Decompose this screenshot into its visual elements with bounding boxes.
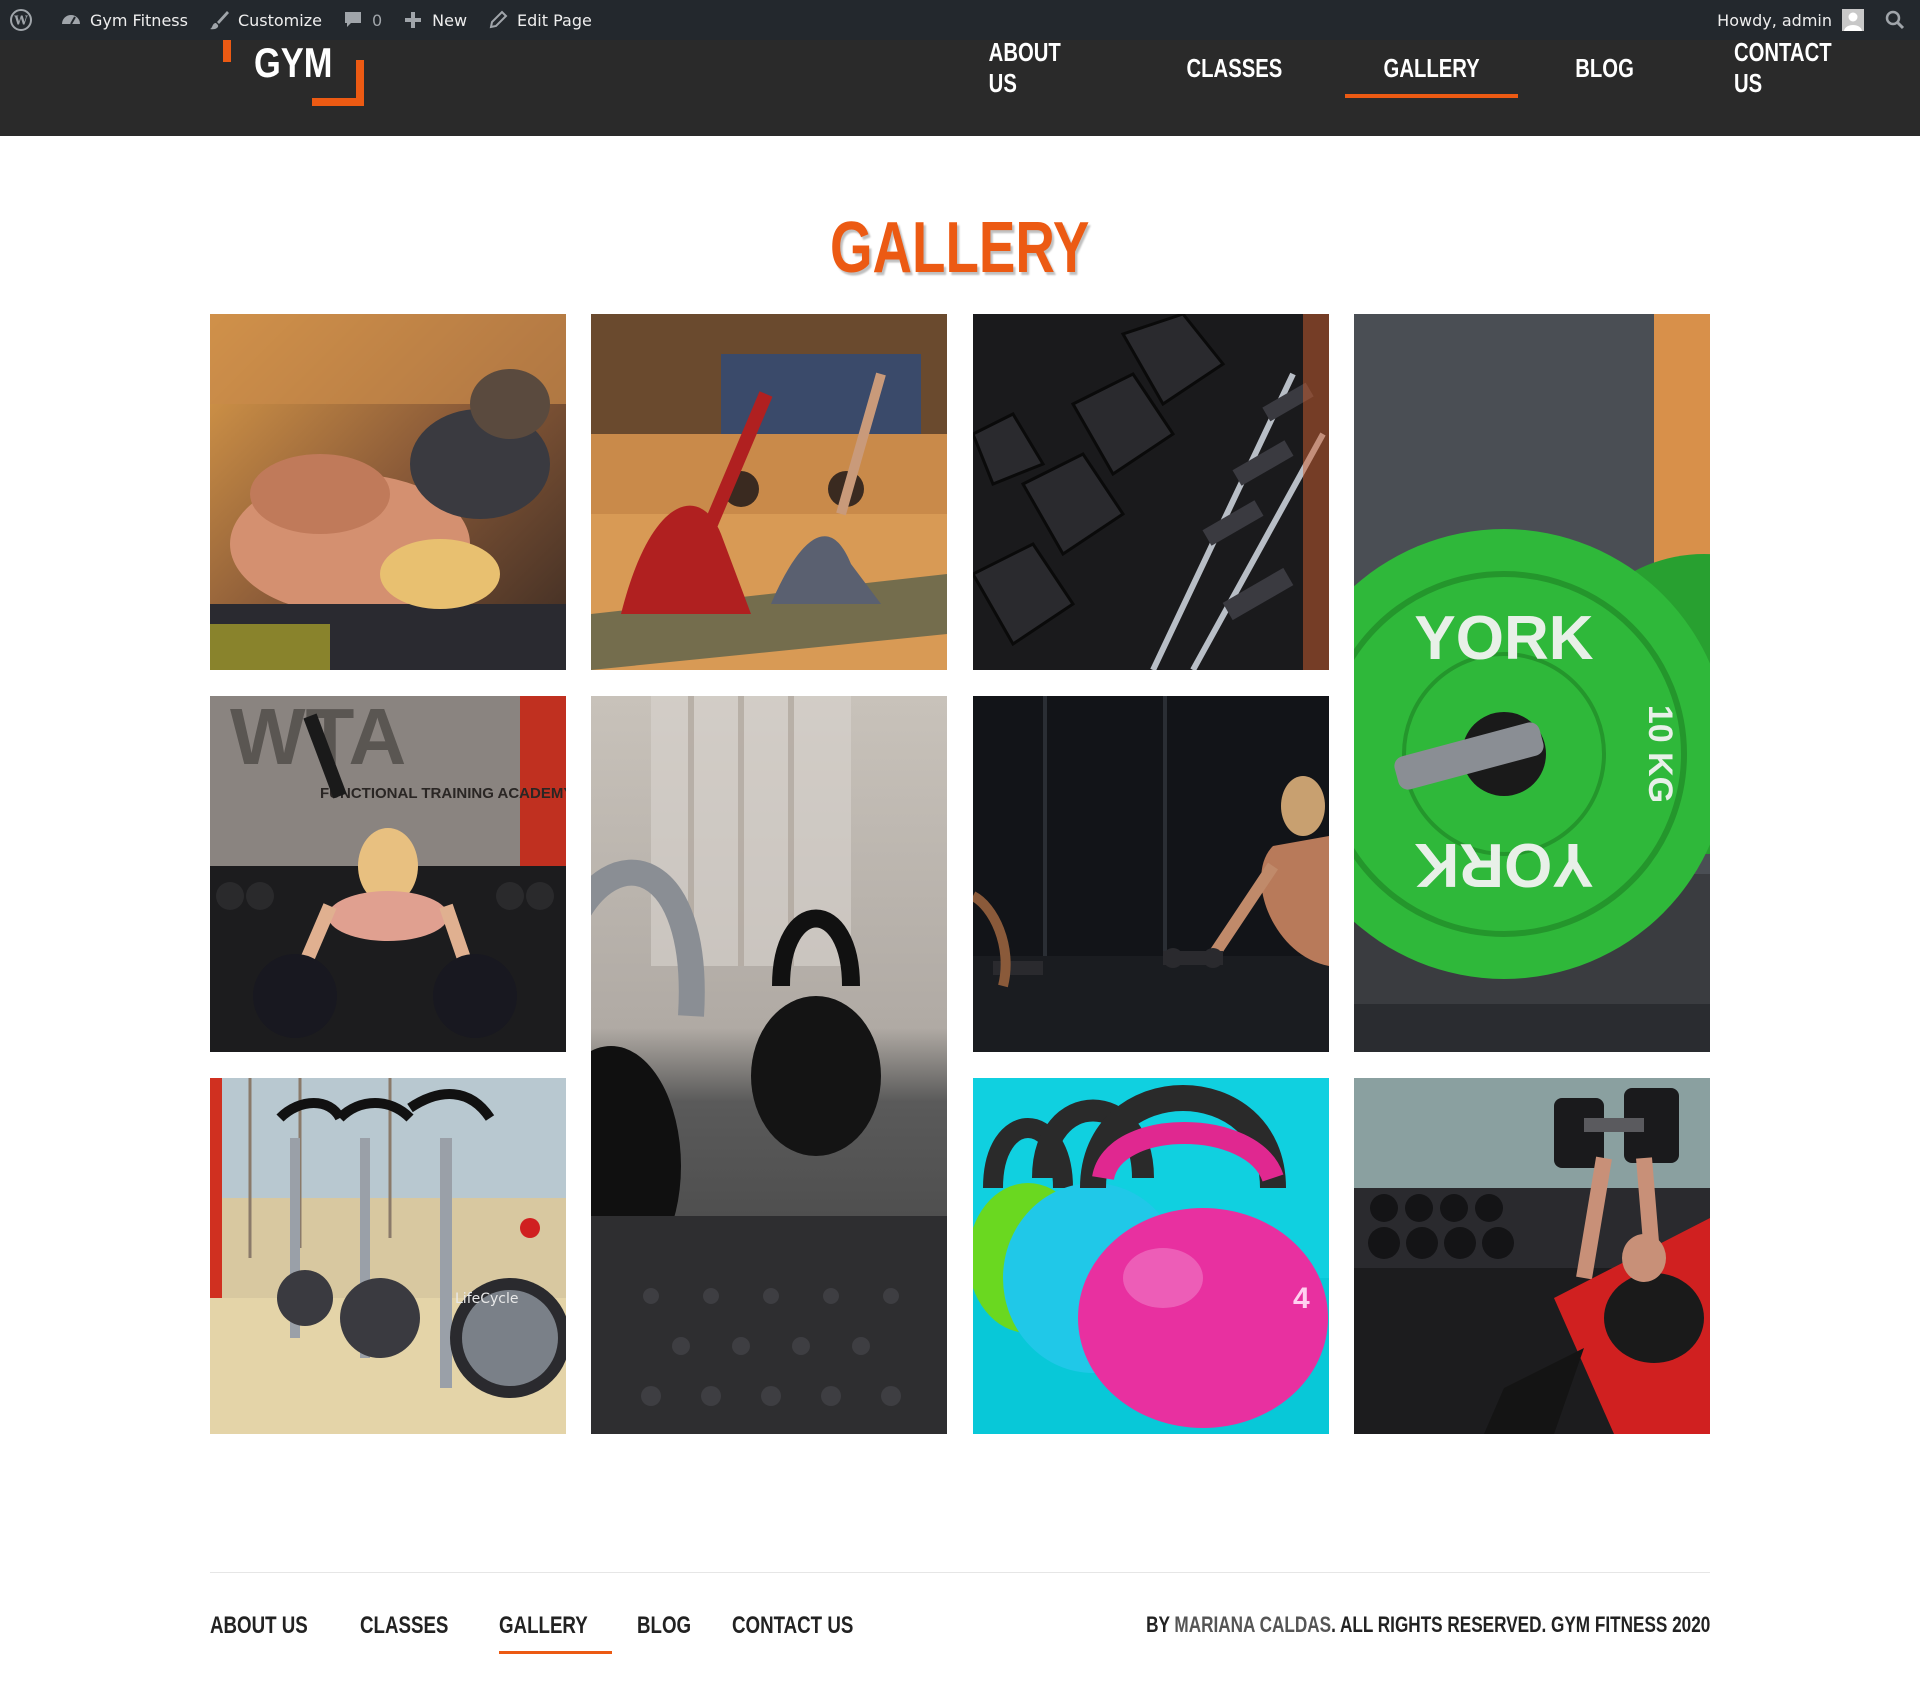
footer-divider xyxy=(210,1572,1710,1573)
page-title: GALLERY xyxy=(0,206,1920,290)
page-title-text: GALLERY xyxy=(830,208,1090,288)
comments-link[interactable]: 0 xyxy=(332,0,392,40)
nav-label: GALLERY xyxy=(1383,52,1480,83)
wp-admin-bar: W Gym Fitness Customize 0 New Edit Page … xyxy=(0,0,1920,40)
plate-top-text: YORK xyxy=(1414,604,1593,673)
comment-bubble-icon xyxy=(342,9,364,31)
plate-bottom-text: YORK xyxy=(1414,830,1593,899)
svg-text:W: W xyxy=(13,14,28,28)
gallery-image-dumbbell-rack[interactable] xyxy=(973,314,1329,670)
edit-page-link[interactable]: Edit Page xyxy=(477,0,602,40)
howdy-label: Howdy, admin xyxy=(1717,10,1832,30)
plus-icon xyxy=(402,9,424,31)
nav-label: CONTACT US xyxy=(1733,37,1832,98)
footer-nav-label: BLOG xyxy=(637,1612,692,1639)
gallery-image-woman-lifting-dark[interactable] xyxy=(973,696,1329,1052)
footer-nav-label: CONTACT US xyxy=(731,1612,854,1639)
footer-nav-blog[interactable]: BLOG xyxy=(637,1612,706,1644)
gallery-image-side-stretch[interactable] xyxy=(591,314,947,670)
gallery-image-spin-bikes[interactable]: LifeCycle xyxy=(210,1078,566,1434)
footer-nav-label: ABOUT US xyxy=(210,1612,308,1639)
credits-prefix: BY xyxy=(1145,1612,1175,1637)
nav-label: BLOG xyxy=(1575,52,1635,83)
gallery-image-bench-press[interactable] xyxy=(1354,1078,1710,1434)
gallery-image-kettlebells-floor[interactable] xyxy=(591,696,947,1434)
customize-label: Customize xyxy=(237,10,322,30)
wall-subtitle-text: FUNCTIONAL TRAINING ACADEMY xyxy=(320,785,566,802)
plate-weight-text: 10 KG xyxy=(1641,705,1679,803)
footer-nav-classes[interactable]: CLASSES xyxy=(360,1612,473,1644)
credits-author: MARIANA CALDAS xyxy=(1174,1612,1331,1637)
my-account-menu[interactable]: Howdy, admin xyxy=(1707,0,1874,40)
footer-nav-contact-us[interactable]: CONTACT US xyxy=(732,1612,888,1644)
customize-link[interactable]: Customize xyxy=(198,0,332,40)
paintbrush-icon xyxy=(208,9,230,31)
nav-label: ABOUT US xyxy=(988,37,1061,98)
logo-bracket-top xyxy=(223,40,231,62)
comments-count: 0 xyxy=(371,10,383,30)
footer-credits: BY MARIANA CALDAS. ALL RIGHTS RESERVED. … xyxy=(987,1612,1710,1644)
site-name-menu[interactable]: Gym Fitness xyxy=(50,0,198,40)
kettlebell-number-4: 4 xyxy=(1293,1282,1310,1315)
pencil-icon xyxy=(487,9,509,31)
logo-bracket-horizontal xyxy=(312,98,364,106)
main-nav: ABOUT US CLASSES GALLERY BLOG CONTACT US xyxy=(950,37,1920,136)
footer-nav-label: CLASSES xyxy=(360,1612,449,1639)
logo-text: GYM xyxy=(254,39,333,86)
gallery-image-pushup-medicine-balls[interactable]: WTA FUNCTIONAL TRAINING ACADEMY xyxy=(210,696,566,1052)
footer-nav: ABOUT US CLASSES GALLERY BLOG CONTACT US xyxy=(210,1612,912,1654)
gallery-grid: YORK YORK 10 KG WTA FUNCTIONAL TRAINING … xyxy=(210,314,1710,1434)
footer-nav-about-us[interactable]: ABOUT US xyxy=(210,1612,335,1644)
search-icon xyxy=(1884,9,1906,31)
gallery-image-weight-plate[interactable]: YORK YORK 10 KG xyxy=(1354,314,1710,1052)
credits-suffix: . ALL RIGHTS RESERVED. GYM FITNESS 2020 xyxy=(1330,1612,1710,1637)
dashboard-gauge-icon xyxy=(60,9,82,31)
site-name-label: Gym Fitness xyxy=(90,10,188,30)
avatar xyxy=(1842,9,1864,31)
nav-item-contact-us[interactable]: CONTACT US xyxy=(1692,37,1896,98)
nav-label: CLASSES xyxy=(1186,52,1283,83)
new-content-menu[interactable]: New xyxy=(392,0,477,40)
site-header: GYM ABOUT US CLASSES GALLERY BLOG CONTAC… xyxy=(0,37,1920,136)
nav-item-gallery[interactable]: GALLERY xyxy=(1345,40,1519,98)
new-label: New xyxy=(432,10,468,30)
wp-logo-menu[interactable]: W xyxy=(0,0,50,40)
gallery-image-colorful-kettlebells[interactable]: 8 4 xyxy=(973,1078,1329,1434)
admin-search-button[interactable] xyxy=(1874,0,1920,40)
wordpress-icon: W xyxy=(10,9,32,31)
nav-item-about-us[interactable]: ABOUT US xyxy=(950,37,1124,98)
bike-label-text: LifeCycle xyxy=(455,1291,519,1307)
nav-item-blog[interactable]: BLOG xyxy=(1542,40,1667,96)
footer-nav-gallery[interactable]: GALLERY xyxy=(498,1612,613,1654)
gallery-image-stretching-class[interactable] xyxy=(210,314,566,670)
edit-page-label: Edit Page xyxy=(517,10,592,30)
footer-nav-label: GALLERY xyxy=(498,1612,588,1639)
nav-item-classes[interactable]: CLASSES xyxy=(1148,40,1321,96)
site-logo[interactable]: GYM xyxy=(220,40,365,106)
